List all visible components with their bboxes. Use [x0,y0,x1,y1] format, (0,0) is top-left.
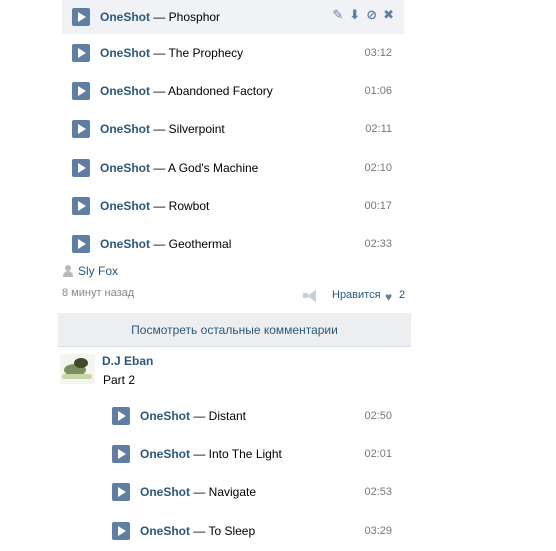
track-name: A God's Machine [168,160,259,175]
track-duration: 00:17 [364,199,392,212]
play-button[interactable] [112,445,130,464]
track-separator: — [190,485,209,500]
audio-row[interactable]: OneShot — Geothermal 02:33 [62,225,404,263]
heart-icon[interactable]: ♥ [385,291,392,303]
track-artist[interactable]: OneShot [140,524,190,538]
track-title[interactable]: OneShot — A God's Machine [100,161,258,175]
download-icon[interactable]: ⬇ [349,8,360,22]
track-separator: — [150,84,169,99]
track-separator: — [150,10,169,24]
like-count[interactable]: 2 [399,289,405,301]
audio-row[interactable]: OneShot — Rowbot 00:17 [62,187,404,225]
share-icon[interactable] [303,290,317,302]
track-title[interactable]: OneShot — To Sleep [140,524,255,538]
track-title[interactable]: OneShot — The Prophecy [100,46,243,60]
track-name: Into The Light [208,447,282,462]
audio-row[interactable]: OneShot — Into The Light 02:01 [102,435,404,473]
play-button[interactable] [72,120,90,139]
play-button[interactable] [72,235,90,254]
avatar[interactable] [60,354,95,384]
like-button[interactable]: Нравится [332,289,381,301]
track-name: To Sleep [208,523,256,538]
track-name: Navigate [208,485,257,500]
track-title[interactable]: OneShot — Into The Light [140,447,282,461]
audio-list: OneShot — Phosphor ✎ ⬇ ⊘ ✖ OneShot — The… [62,0,404,263]
play-button[interactable] [112,483,130,502]
audio-row[interactable]: OneShot — Phosphor ✎ ⬇ ⊘ ✖ [62,0,404,34]
track-artist[interactable]: OneShot [100,199,150,213]
play-button[interactable] [72,82,90,101]
track-separator: — [190,447,209,462]
track-name: Distant [208,409,247,424]
pencil-icon[interactable]: ✎ [332,8,343,22]
track-duration: 02:33 [364,238,392,251]
play-button[interactable] [112,407,130,426]
track-separator: — [150,237,169,252]
post-time[interactable]: 8 минут назад [62,287,134,299]
track-separator: — [150,46,169,61]
audio-row[interactable]: OneShot — Abandoned Factory 01:06 [62,72,404,110]
track-title[interactable]: OneShot — Distant [140,409,246,423]
post-author: Sly Fox [62,264,118,278]
track-separator: — [150,122,169,137]
track-title[interactable]: OneShot — Phosphor [100,10,220,24]
track-title[interactable]: OneShot — Silverpoint [100,122,225,136]
track-title[interactable]: OneShot — Rowbot [100,199,209,213]
track-duration: 02:10 [364,161,392,174]
play-button[interactable] [72,8,90,26]
track-duration: 03:29 [364,524,392,537]
track-artist[interactable]: OneShot [100,122,150,136]
audio-row[interactable]: OneShot — The Prophecy 03:12 [62,34,404,72]
track-duration: 01:06 [364,85,392,98]
track-artist[interactable]: OneShot [100,84,150,98]
audio-row[interactable]: OneShot — To Sleep 03:29 [102,512,404,550]
track-artist[interactable]: OneShot [140,409,190,423]
track-name: Geothermal [168,237,232,252]
track-duration: 02:01 [364,448,392,461]
track-artist[interactable]: OneShot [140,447,190,461]
audio-row[interactable]: OneShot — A God's Machine 02:10 [62,149,404,187]
track-separator: — [190,409,209,424]
track-artist[interactable]: OneShot [100,46,150,60]
audio-row[interactable]: OneShot — Distant 02:50 [102,397,404,435]
track-actions: ✎ ⬇ ⊘ ✖ [332,8,394,22]
track-duration: 02:53 [364,486,392,499]
track-separator: — [150,160,169,175]
audio-row[interactable]: OneShot — Silverpoint 02:11 [62,110,404,148]
user-icon [62,265,74,277]
track-duration: 03:12 [364,47,392,60]
comment-author[interactable]: D.J Eban [102,354,153,368]
play-button[interactable] [72,196,90,215]
author-link[interactable]: Sly Fox [78,264,118,278]
track-name: Phosphor [168,10,221,24]
track-artist[interactable]: OneShot [100,10,150,24]
track-name: Rowbot [168,198,210,213]
track-artist[interactable]: OneShot [100,161,150,175]
comment-text: Part 2 [103,373,136,387]
track-separator: — [190,523,209,538]
track-artist[interactable]: OneShot [140,485,190,499]
audio-row[interactable]: OneShot — Navigate 02:53 [102,473,404,511]
show-more-comments-button[interactable]: Посмотреть остальные комментарии [58,313,411,347]
track-title[interactable]: OneShot — Navigate [140,485,256,499]
track-title[interactable]: OneShot — Geothermal [100,237,231,251]
close-icon[interactable]: ✖ [383,8,394,22]
track-name: Abandoned Factory [168,84,273,99]
track-duration: 02:50 [364,410,392,423]
play-button[interactable] [112,521,130,540]
play-button[interactable] [72,44,90,63]
play-button[interactable] [72,158,90,177]
track-title[interactable]: OneShot — Abandoned Factory [100,84,273,98]
track-duration: 02:11 [365,123,392,136]
track-artist[interactable]: OneShot [100,237,150,251]
comment-audio-list: OneShot — Distant 02:50 OneShot — Into T… [102,397,404,550]
track-name: The Prophecy [168,46,244,61]
track-separator: — [150,198,169,213]
track-name: Silverpoint [168,122,225,137]
exclude-icon[interactable]: ⊘ [366,8,377,22]
